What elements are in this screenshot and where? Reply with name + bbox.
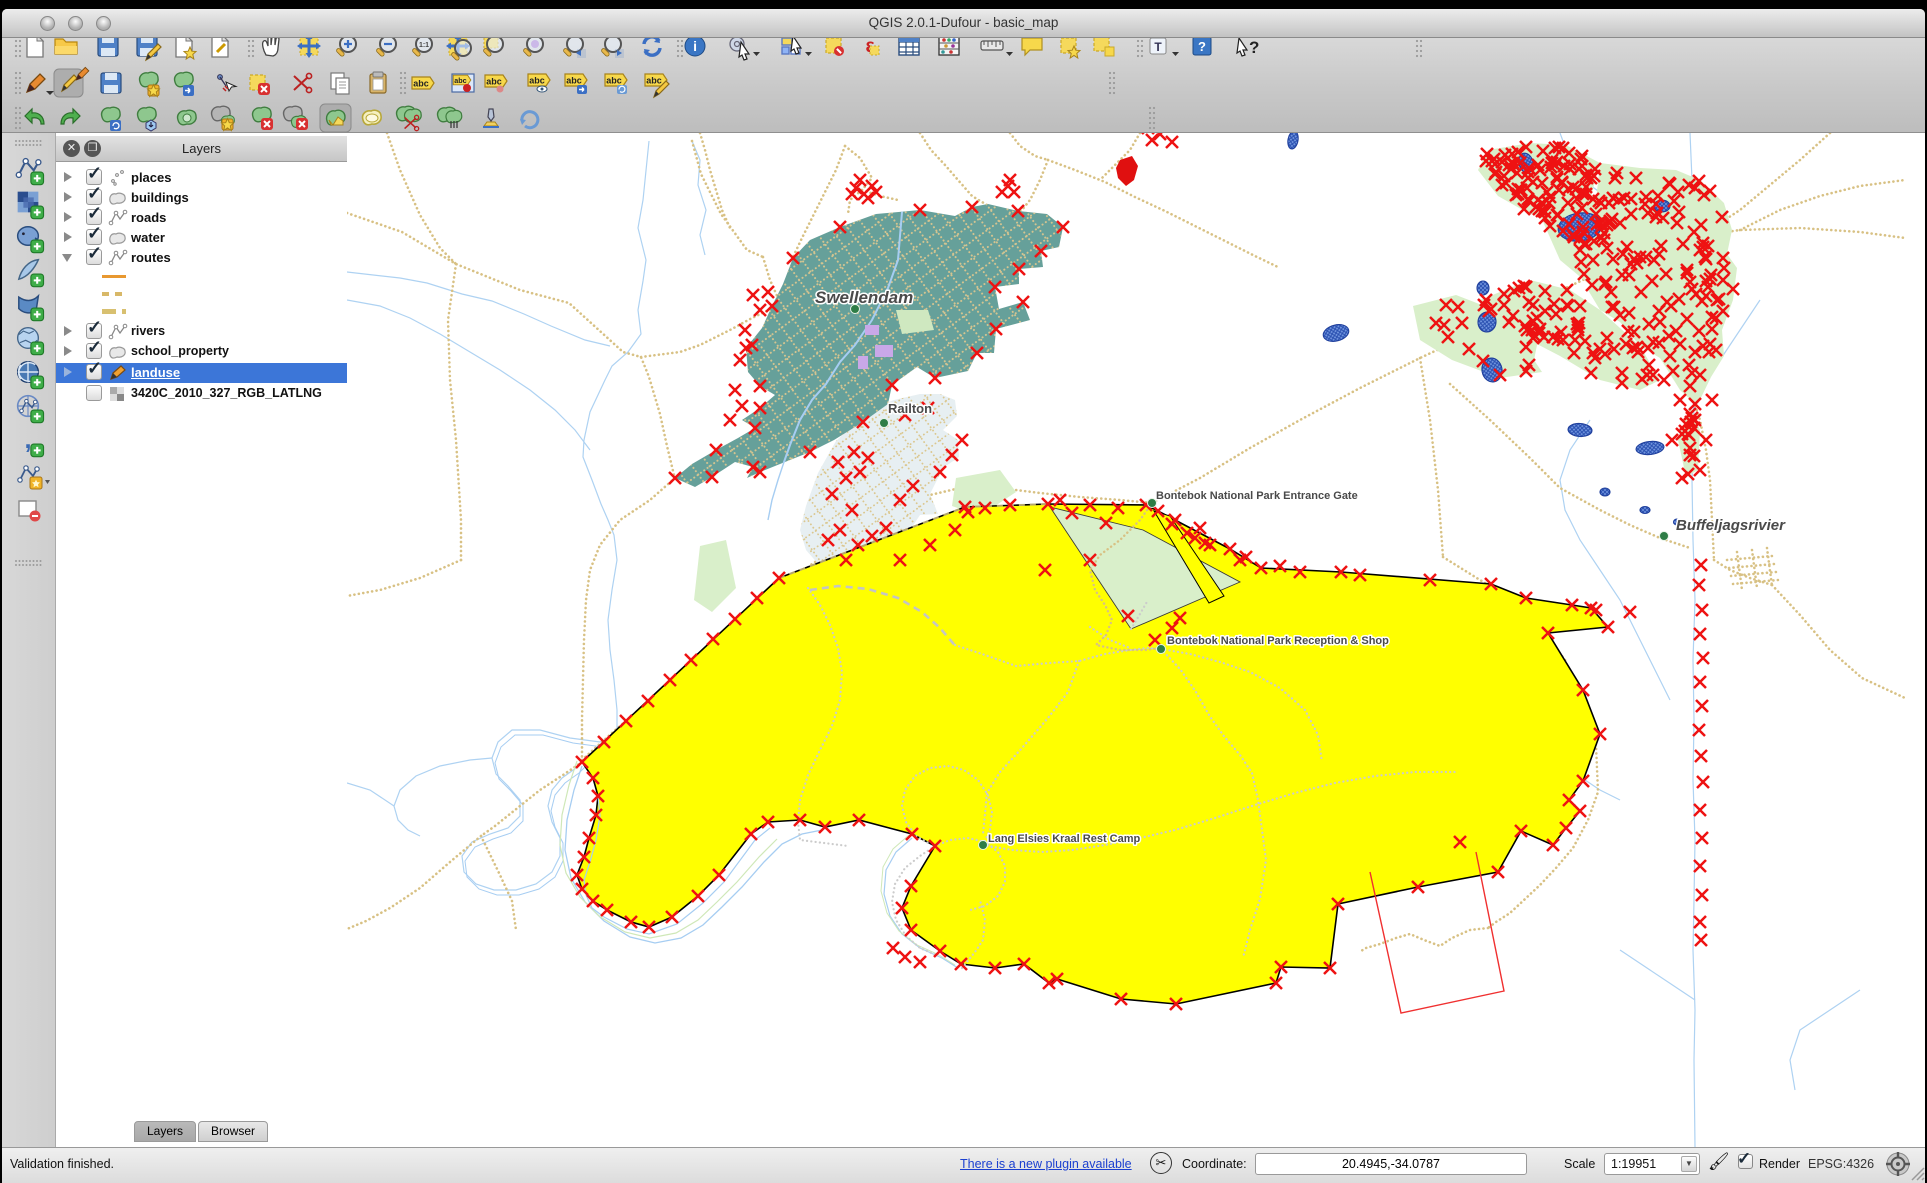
svg-text:Bontebok National Park Entranc: Bontebok National Park Entrance Gate [1156,490,1358,502]
svg-text:Railton: Railton [888,401,932,416]
svg-text:Lang Elsies Kraal Rest Camp: Lang Elsies Kraal Rest Camp [988,833,1141,845]
svg-text:1:1: 1:1 [419,42,429,49]
svg-text:Bontebok National Park Recepti: Bontebok National Park Reception & Shop [1167,635,1389,647]
svg-text:?: ? [1249,38,1259,57]
svg-text:Buffeljagsrivier: Buffeljagsrivier [1676,517,1786,534]
svg-text:Swellendam: Swellendam [815,288,913,307]
